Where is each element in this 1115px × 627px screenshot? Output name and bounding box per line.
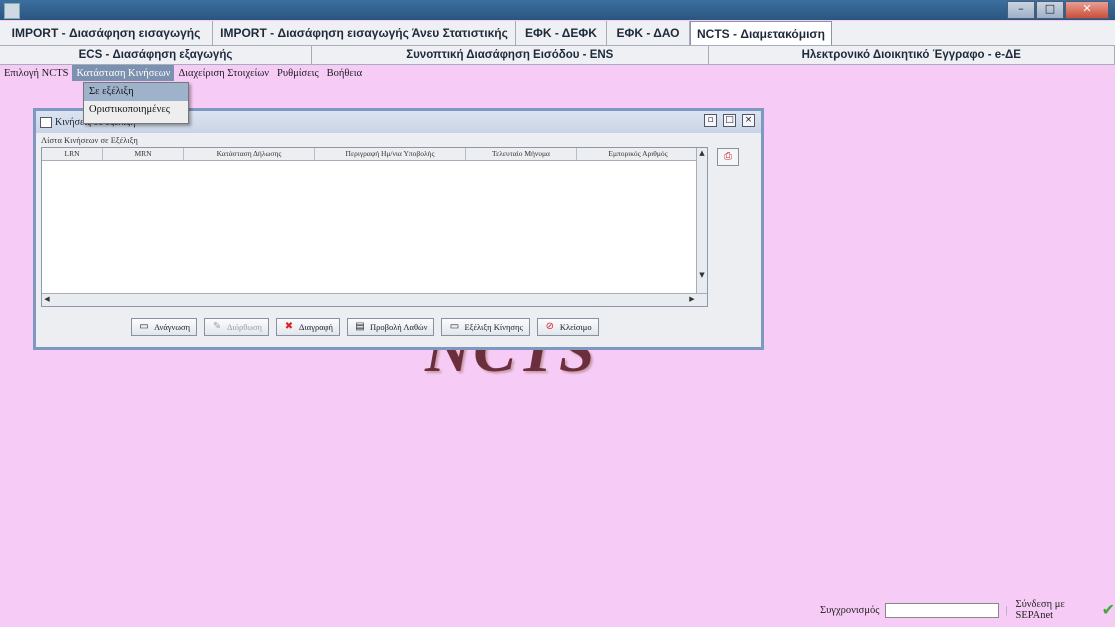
- tab-ncts[interactable]: NCTS - Διαμετακόμιση: [690, 21, 832, 45]
- close-window-button[interactable]: ⊘ Κλείσιμο: [536, 318, 599, 336]
- tab-efk-defk[interactable]: ΕΦΚ - ΔΕΦΚ: [516, 21, 607, 45]
- app-icon: [4, 3, 20, 19]
- menu-data-management[interactable]: Διαχείριση Στοιχείων: [174, 65, 273, 81]
- menu-help[interactable]: Βοήθεια: [323, 65, 367, 81]
- pencil-icon: ✎: [212, 321, 222, 332]
- sync-label: Συγχρονισμός: [820, 604, 880, 616]
- edit-button-label: Διόρθωση: [227, 322, 262, 332]
- menu-item-finalized[interactable]: Οριστικοποιημένες: [84, 101, 188, 119]
- scroll-up-icon[interactable]: ▲: [697, 148, 707, 158]
- movement-progress-button[interactable]: ▭ Εξέλιξη Κίνησης: [441, 318, 530, 336]
- maximize-button[interactable]: □: [1036, 1, 1064, 19]
- column-mrn[interactable]: MRN: [103, 148, 184, 160]
- vertical-scrollbar[interactable]: ▲ ▼: [696, 148, 707, 294]
- delete-icon: ✖: [284, 321, 294, 332]
- delete-button-label: Διαγραφή: [298, 322, 333, 332]
- tab-import[interactable]: IMPORT - Διασάφηση εισαγωγής: [0, 21, 213, 45]
- scroll-right-icon[interactable]: ▶: [687, 294, 697, 304]
- movement-progress-button-label: Εξέλιξη Κίνησης: [464, 322, 523, 332]
- table-header: LRN MRN Κατάσταση Δήλωσης Περιγραφή Ημ/ν…: [42, 148, 707, 161]
- column-lrn[interactable]: LRN: [42, 148, 103, 160]
- iconify-icon[interactable]: ▫: [704, 114, 717, 127]
- scroll-down-icon[interactable]: ▼: [697, 270, 707, 280]
- horizontal-scrollbar[interactable]: ◀ ▶: [42, 293, 707, 306]
- view-errors-button-label: Προβολή Λαθών: [370, 322, 428, 332]
- list-label: Λίστα Κινήσεων σε Εξέλιξη: [41, 135, 138, 145]
- close-window-button-label: Κλείσιμο: [559, 322, 592, 332]
- menu-item-in-progress[interactable]: Σε εξέλιξη: [84, 83, 188, 101]
- stop-icon: ⊘: [545, 321, 554, 332]
- menu-settings[interactable]: Ρυθμίσεις: [273, 65, 323, 81]
- edit-button[interactable]: ✎ Διόρθωση: [204, 318, 269, 336]
- sepanet-label: Σύνδεση με SEPAnet: [1015, 599, 1065, 621]
- menu-status[interactable]: Κατάσταση Κινήσεων: [72, 65, 175, 81]
- tab-import-no-stats[interactable]: IMPORT - Διασάφηση εισαγωγής Άνευ Στατισ…: [213, 21, 516, 45]
- read-button-label: Ανάγνωση: [154, 322, 191, 332]
- column-last-message[interactable]: Τελευταίο Μήνυμα: [466, 148, 577, 160]
- window-titlebar: – □ ✕: [0, 0, 1115, 20]
- window-controls: – □ ✕: [1006, 1, 1109, 19]
- view-errors-button[interactable]: ▤ Προβολή Λαθών: [347, 318, 435, 336]
- status-divider: |: [1005, 604, 1008, 616]
- progress-icon: ▭: [449, 321, 460, 332]
- maximize-icon[interactable]: □: [723, 114, 736, 127]
- menu-ncts-select[interactable]: Επιλογή NCTS: [0, 65, 72, 81]
- tab-ens[interactable]: Συνοπτική Διασάφηση Εισόδου - ENS: [312, 46, 709, 64]
- close-icon[interactable]: ×: [742, 114, 755, 127]
- checkmark-icon: ✔: [1101, 602, 1115, 619]
- column-submission-date[interactable]: Περιγραφή Ημ/νια Υποβολής: [315, 148, 466, 160]
- column-commercial-number[interactable]: Εμπορικός Αριθμός: [577, 148, 700, 160]
- movements-in-progress-window: Κινήσεις σε εξέλιξη ▫ □ × Λίστα Κινήσεων…: [33, 108, 764, 350]
- minimize-button[interactable]: –: [1007, 1, 1035, 19]
- action-buttons: ▭ Ανάγνωση ✎ Διόρθωση ✖ Διαγραφή ▤ Προβολή Λ…: [131, 318, 606, 336]
- window-icon: [40, 117, 52, 128]
- scroll-left-icon[interactable]: ◀: [42, 294, 52, 304]
- tab-e-de[interactable]: Ηλεκτρονικό Διοικητικό Έγγραφο - e-ΔΕ: [709, 46, 1115, 64]
- module-tabs-row2: ECS - Διασάφηση εξαγωγής Συνοπτική Διασά…: [0, 46, 1115, 65]
- errors-icon: ▤: [355, 321, 365, 332]
- status-dropdown-menu: Σε εξέλιξη Οριστικοποιημένες: [83, 82, 189, 124]
- delete-button[interactable]: ✖ Διαγραφή: [275, 318, 340, 336]
- column-declaration-status[interactable]: Κατάσταση Δήλωσης: [184, 148, 315, 160]
- module-tabs-row1: IMPORT - Διασάφηση εισαγωγής IMPORT - Δι…: [0, 21, 1115, 46]
- tab-efk-dao[interactable]: ΕΦΚ - ΔΑΟ: [607, 21, 690, 45]
- sync-progress: [885, 602, 1000, 618]
- pdf-export-button[interactable]: ⎙: [717, 148, 739, 166]
- document-icon: ▭: [139, 321, 149, 332]
- internal-window-controls: ▫ □ ×: [698, 114, 755, 127]
- status-area: Συγχρονισμός | Σύνδεση με SEPAnet ✔: [820, 599, 1115, 621]
- tab-ecs[interactable]: ECS - Διασάφηση εξαγωγής: [0, 46, 312, 64]
- read-button[interactable]: ▭ Ανάγνωση: [131, 318, 198, 336]
- menu-bar: Επιλογή NCTS Κατάσταση Κινήσεων Διαχείρι…: [0, 65, 1115, 81]
- close-button[interactable]: ✕: [1065, 1, 1109, 19]
- movements-table[interactable]: LRN MRN Κατάσταση Δήλωσης Περιγραφή Ημ/ν…: [41, 147, 708, 307]
